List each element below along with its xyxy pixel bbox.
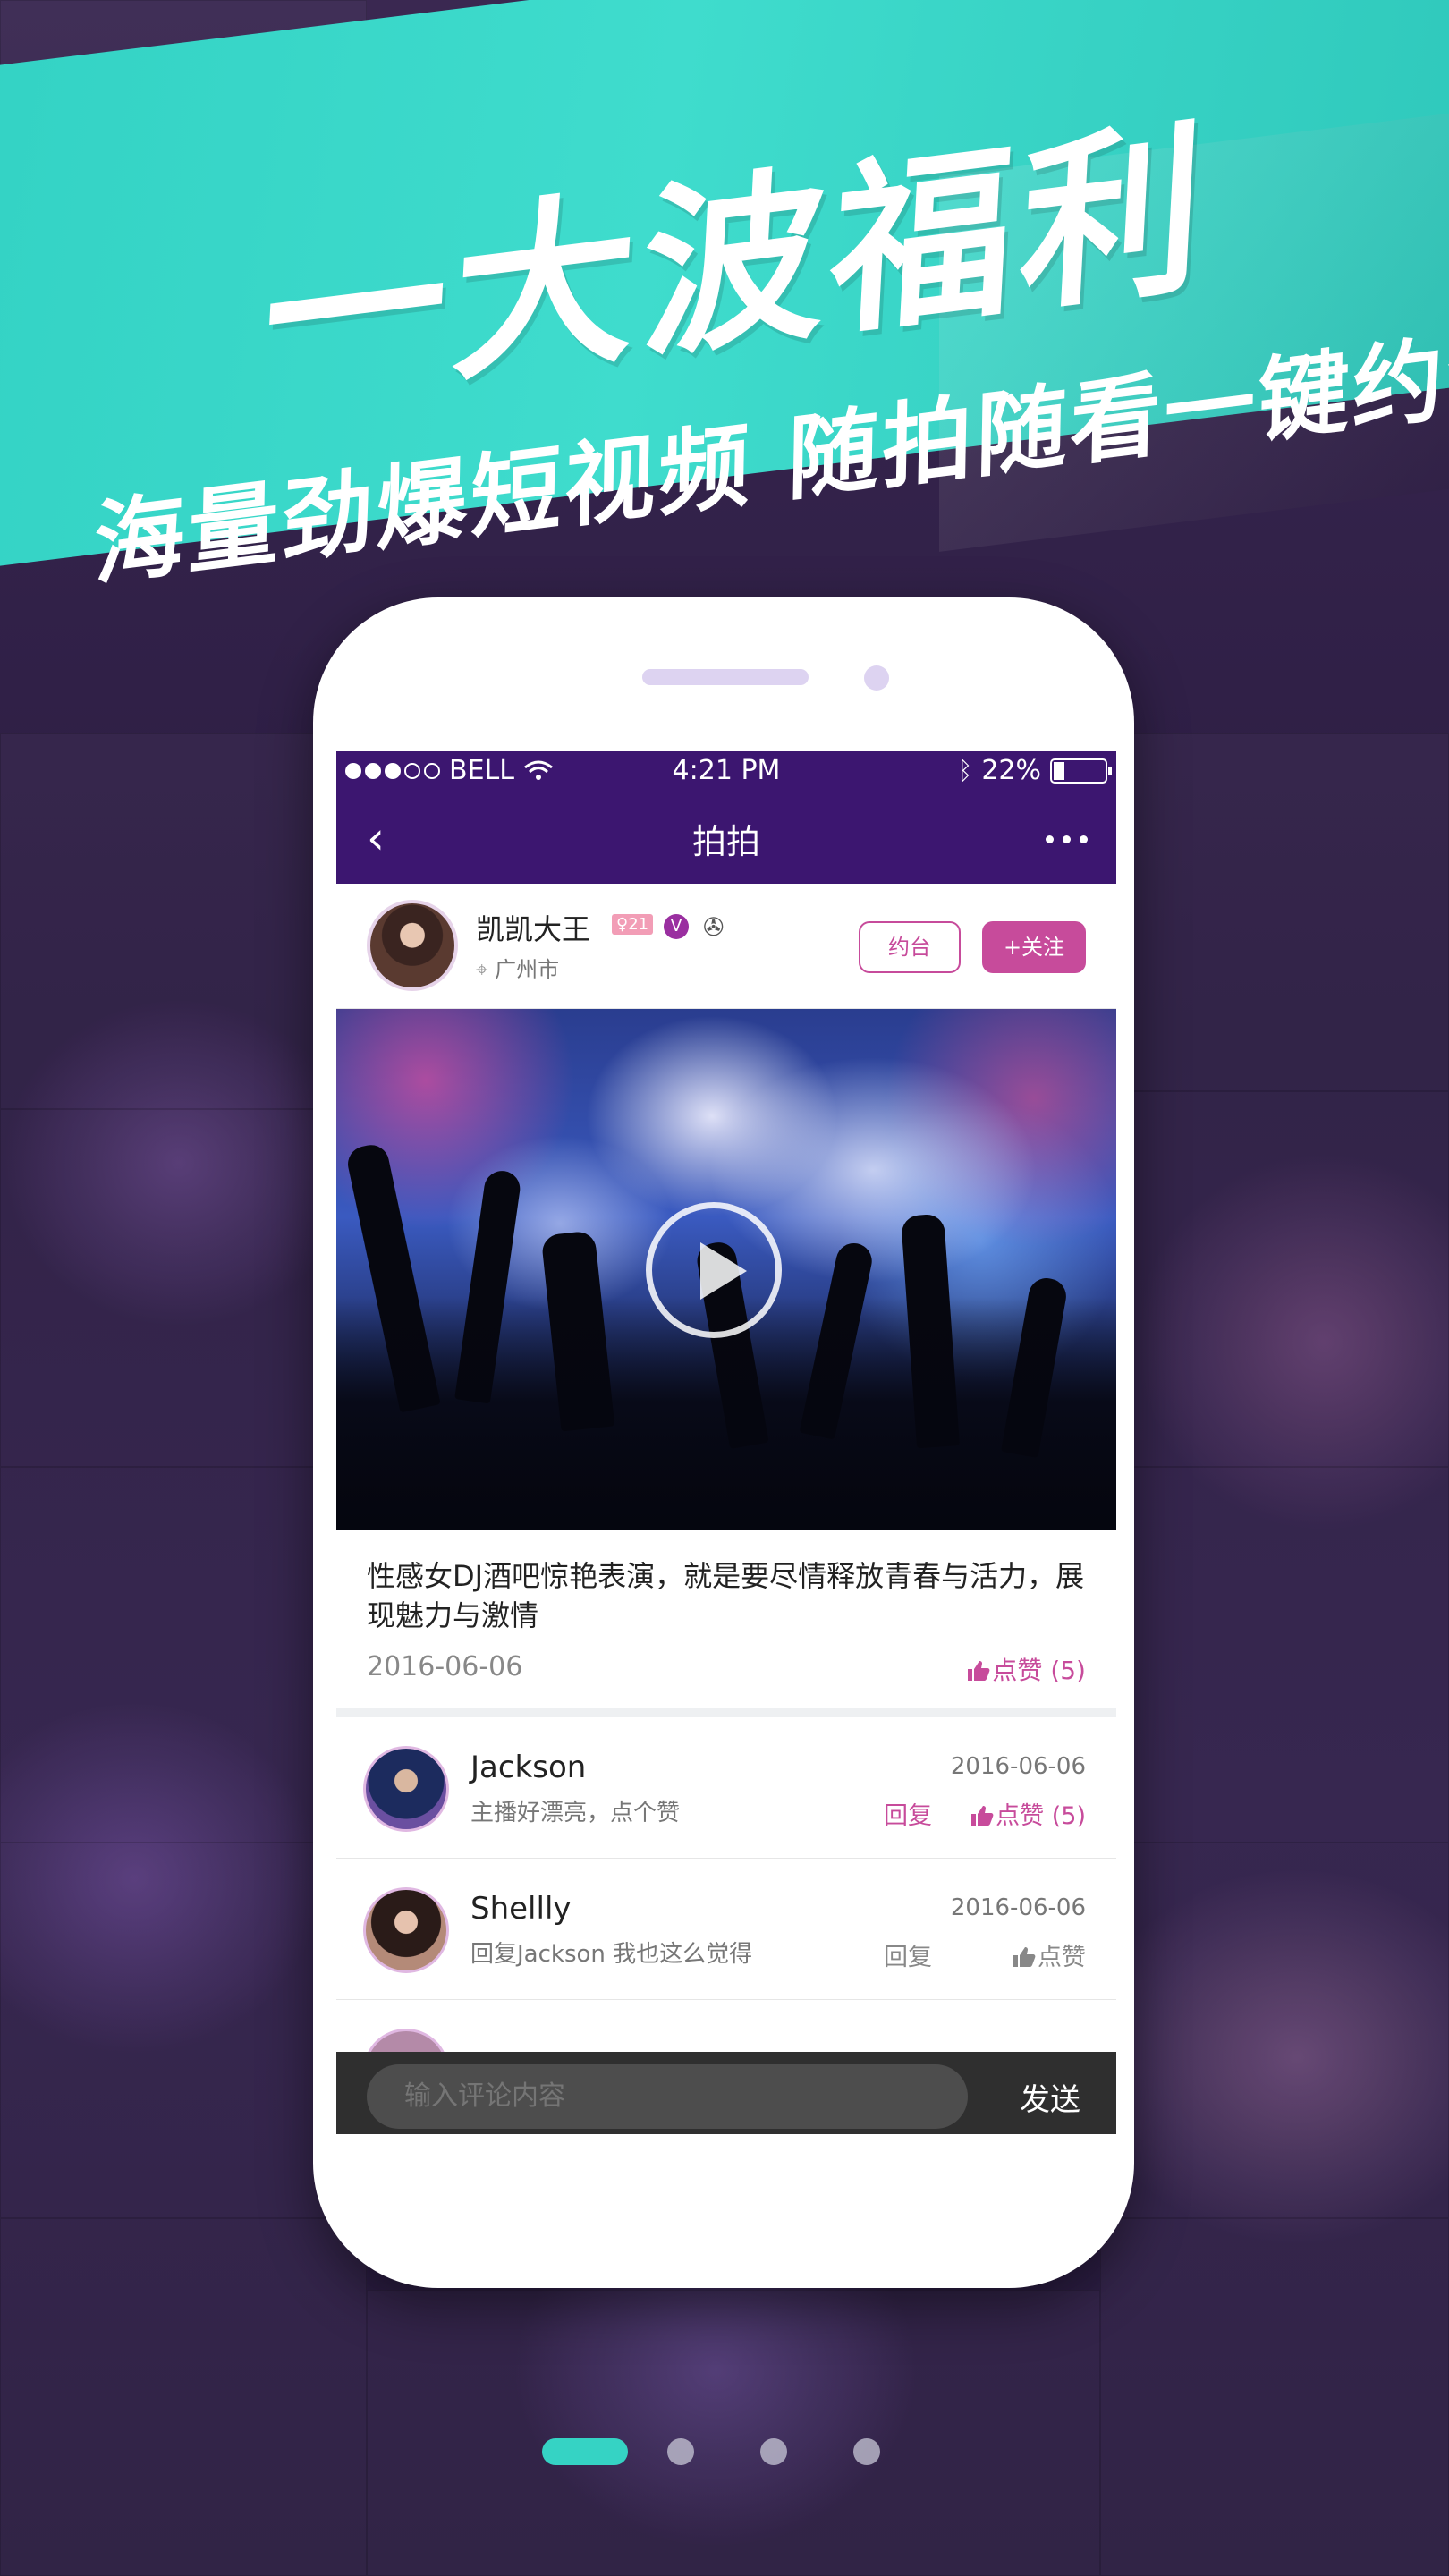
comment-avatar[interactable] [363,1746,449,1832]
phone-mockup: BELL 4:21 PM ᛒ 22% ‹ 拍拍 凯凯大王 ♀21 V ✇ ⌖ 广… [313,597,1134,2288]
comment-item: Jackson 主播好漂亮，点个赞 2016-06-06 回复 点赞 (5) [336,1717,1116,1859]
post-like-button[interactable]: 点赞 (5) [967,1651,1086,1687]
page-dot[interactable] [667,2438,694,2465]
more-dots-icon[interactable] [1046,835,1088,843]
comment-text: 主播好漂亮，点个赞 [470,1800,681,1826]
comment-author: Shellly [470,1891,572,1927]
comment-author: Jackson [470,1750,587,1785]
page-title: 拍拍 [691,822,760,861]
reply-button[interactable]: 回复 [884,1796,932,1831]
post-date: 2016-06-06 [367,1651,523,1682]
phone-speaker [642,669,809,685]
comment-like-button[interactable]: 点赞 (5) [970,1796,1086,1831]
post-author-row: 凯凯大王 ♀21 V ✇ ⌖ 广州市 约台 +关注 [336,884,1116,1009]
divider [336,1708,1116,1717]
page-dot[interactable] [760,2438,787,2465]
comment-input-bar: 发送 [336,2052,1116,2134]
phone-screen: BELL 4:21 PM ᛒ 22% ‹ 拍拍 凯凯大王 ♀21 V ✇ ⌖ 广… [336,751,1116,2134]
thumbs-up-icon [971,1806,994,1826]
location-text: 广州市 [495,957,560,982]
author-name: 凯凯大王 [476,912,591,946]
location-pin-icon: ⌖ [476,957,488,982]
comment-like-label: 点赞 [1038,1944,1086,1971]
send-button[interactable]: 发送 [1020,2075,1080,2119]
nav-bar: ‹ 拍拍 [336,792,1116,884]
comment-date: 2016-06-06 [950,1894,1086,1921]
page-dot[interactable] [853,2438,880,2465]
comment-avatar[interactable] [363,1887,449,1973]
thumbs-up-icon [1013,1947,1036,1967]
reply-button[interactable]: 回复 [884,1937,932,1972]
comment-date: 2016-06-06 [950,1753,1086,1780]
level-badge-text: 21 [628,915,649,934]
location-line: ⌖ 广州市 [476,952,559,983]
play-icon[interactable] [646,1202,782,1338]
phone-camera [864,665,889,691]
date-button[interactable]: 约台 [859,921,961,973]
comment-like-label: 点赞 (5) [996,1802,1086,1830]
post-description: 性感女DJ酒吧惊艳表演，就是要尽情释放青春与活力，展现魅力与激情 [367,1559,1085,1632]
comment-text: 回复Jackson 我也这么觉得 [470,1941,753,1968]
comment-like-button[interactable]: 点赞 [1013,1937,1086,1972]
video-player[interactable] [336,1009,1116,1530]
level-badge-icon: ♀ [616,915,629,934]
follow-button[interactable]: +关注 [982,921,1086,973]
page-indicator [542,2438,880,2465]
avatar[interactable] [367,900,458,991]
level-badge: ♀21 [612,914,654,935]
comment-input[interactable] [367,2064,968,2129]
battery-icon [1050,758,1112,784]
mercedes-icon: ✇ [703,912,724,942]
status-bar: BELL 4:21 PM ᛒ 22% [336,751,1116,792]
bluetooth-icon: ᛒ [957,756,973,785]
page-dot-active[interactable] [542,2438,628,2465]
comment-item: Shellly 回复Jackson 我也这么觉得 2016-06-06 回复 点… [336,1859,1116,2000]
vip-badge: V [664,914,689,939]
post-like-label: 点赞 (5) [992,1656,1086,1685]
battery-percent: 22% [981,755,1041,786]
thumbs-up-icon [968,1661,990,1681]
